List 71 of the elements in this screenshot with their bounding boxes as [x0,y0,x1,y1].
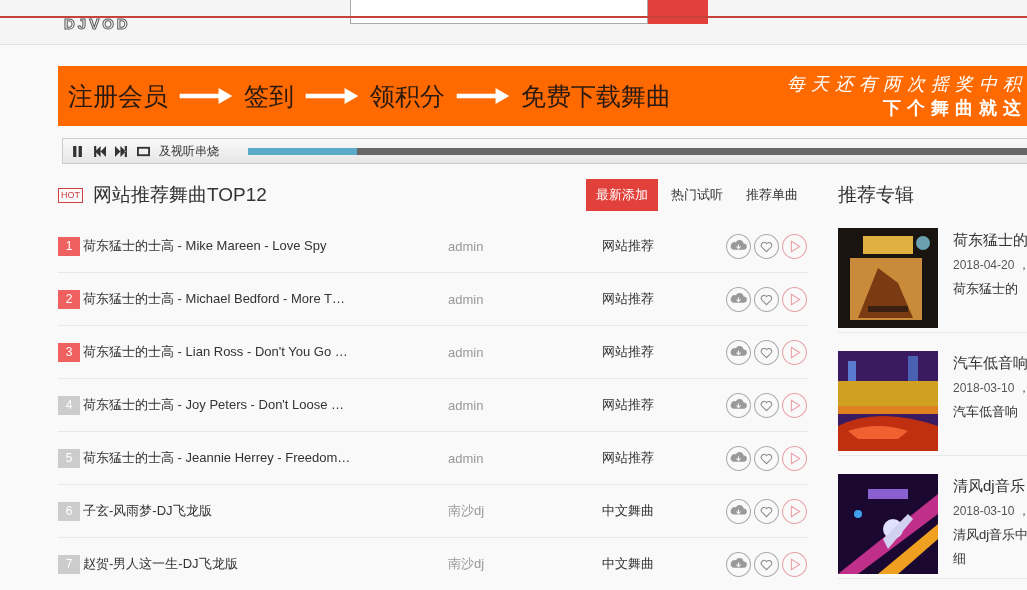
play-icon[interactable] [782,339,807,365]
download-icon[interactable] [726,233,751,259]
category-link[interactable]: 中文舞曲 [602,555,726,573]
download-icon[interactable] [726,392,751,418]
uploader-name: admin [448,291,485,307]
section-title: 推荐专辑 [838,183,915,207]
arrow-icon [455,88,511,104]
song-title[interactable]: 荷东猛士的士高 - Mike Mareen - Love Spy [83,237,448,255]
download-icon[interactable] [726,551,751,577]
category-link[interactable]: 网站推荐 [602,290,726,308]
banner-text: 签到 [244,80,294,112]
rank-badge: 3 [58,342,80,362]
tab[interactable]: 最新添加 [586,179,658,211]
play-icon[interactable] [782,286,807,312]
section-title: 网站推荐舞曲TOP12 [93,183,268,207]
album-description: 荷东猛士的 [953,280,1019,298]
next-icon[interactable] [115,145,128,157]
play-icon[interactable] [782,233,807,259]
song-title[interactable]: 荷东猛士的士高 - Jeannie Herrey - Freedom… [83,449,448,467]
uploader-name: admin [448,238,485,254]
album-date: 2018-03-10 ， [953,380,1027,397]
album-description: 汽车低音响 [953,403,1019,421]
rank-badge: 2 [58,289,80,309]
album-title[interactable]: 清风dj音乐 [953,477,1027,496]
category-link[interactable]: 网站推荐 [602,237,726,255]
song-title[interactable]: 子玄-风雨梦-DJ飞龙版 [83,502,448,520]
banner-text: 领积分 [370,80,445,112]
banner-text: 每天还有两次摇奖中积 [787,73,1027,96]
download-icon[interactable] [726,445,751,471]
rank-badge: 1 [58,236,80,256]
uploader-name: 南沙dj [448,502,486,520]
arrow-icon [178,88,234,104]
download-icon[interactable] [726,339,751,365]
album-title[interactable]: 汽车低音响 [953,354,1027,373]
play-icon[interactable] [782,551,807,577]
tab[interactable]: 热门试听 [661,179,733,211]
album-date: 2018-03-10 ， [953,503,1027,520]
progress-bar[interactable] [248,147,1027,155]
previous-icon[interactable] [93,145,106,157]
category-link[interactable]: 网站推荐 [602,449,726,467]
play-icon[interactable] [782,498,807,524]
album-description: 细 [953,550,967,568]
repeat-icon[interactable] [137,145,150,157]
play-icon[interactable] [782,445,807,471]
banner[interactable]: 注册会员 签到 领积分 免费下载舞曲 每天还有两次摇奖中积 下个舞曲就这 [58,66,1027,126]
banner-text: 下个舞曲就这 [883,97,1027,120]
album-description: 清风dj音乐中 [953,526,1027,544]
arrow-icon [304,88,360,104]
banner-text: 注册会员 [68,80,168,112]
song-title[interactable]: 荷东猛士的士高 - Michael Bedford - More T… [83,290,448,308]
uploader-name: admin [448,450,485,466]
download-icon[interactable] [726,498,751,524]
category-link[interactable]: 中文舞曲 [602,502,726,520]
tab[interactable]: 推荐单曲 [736,179,808,211]
category-link[interactable]: 网站推荐 [602,396,726,414]
song-title[interactable]: 荷东猛士的士高 - Joy Peters - Don't Loose … [83,396,448,414]
download-icon[interactable] [726,286,751,312]
search-field[interactable] [350,0,648,24]
song-title[interactable]: 赵贺-男人这一生-DJ飞龙版 [83,555,448,573]
category-link[interactable]: 网站推荐 [602,343,726,361]
hot-badge: HOT [58,187,83,203]
track-title: 及视听串烧 [159,142,220,160]
song-title[interactable]: 荷东猛士的士高 - Lian Ross - Don't You Go … [83,343,448,361]
uploader-name: 南沙dj [448,555,486,573]
banner-text: 免费下载舞曲 [521,80,671,112]
pause-icon[interactable] [71,145,84,157]
uploader-name: admin [448,397,485,413]
album-title[interactable]: 荷东猛士的 [953,231,1027,250]
album-date: 2018-04-20 ， [953,257,1027,274]
uploader-name: admin [448,344,485,360]
play-icon[interactable] [782,392,807,418]
